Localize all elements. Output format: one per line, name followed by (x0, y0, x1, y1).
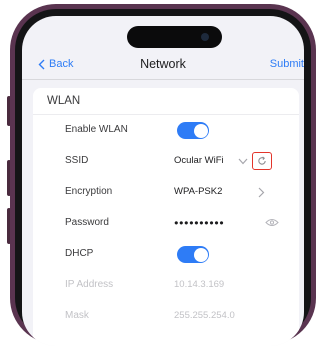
password-label: Password (65, 217, 109, 228)
ssid-label: SSID (65, 155, 89, 166)
enable-wlan-row: Enable WLAN (33, 115, 299, 145)
dynamic-island (127, 26, 222, 48)
ssid-refresh-button[interactable] (252, 152, 272, 170)
wlan-card: WLAN Enable WLAN SSID Ocular WiFi Encryp… (33, 88, 299, 346)
toggle-knob (193, 123, 208, 138)
ip-address-label: IP Address (65, 279, 114, 290)
dhcp-toggle[interactable] (177, 246, 209, 263)
enable-wlan-label: Enable WLAN (65, 124, 128, 135)
navigation-bar: Back Network Submit (22, 50, 304, 80)
ip-address-value: 10.14.3.169 (174, 279, 225, 290)
ip-address-row: IP Address 10.14.3.169 (33, 270, 299, 300)
password-value[interactable]: ●●●●●●●●●● (174, 208, 224, 238)
refresh-icon (258, 156, 266, 165)
submit-button[interactable]: Submit (270, 50, 304, 78)
toggle-knob (193, 247, 208, 262)
ssid-row: SSID Ocular WiFi (33, 146, 299, 176)
page-title: Network (140, 57, 186, 71)
enable-wlan-toggle[interactable] (177, 122, 209, 139)
dhcp-row: DHCP (33, 239, 299, 269)
chevron-right-icon[interactable] (258, 187, 265, 198)
mask-row: Mask 255.255.254.0 (33, 301, 299, 331)
encryption-label: Encryption (65, 186, 113, 197)
chevron-down-icon[interactable] (238, 158, 248, 165)
encryption-value: WPA-PSK2 (174, 186, 223, 197)
wlan-section-title: WLAN (33, 88, 299, 115)
encryption-row[interactable]: Encryption WPA-PSK2 (33, 177, 299, 207)
nav-divider (22, 79, 304, 80)
mask-label: Mask (65, 310, 89, 321)
phone-screen: Back Network Submit WLAN Enable WLAN SSI… (22, 16, 304, 346)
eye-icon[interactable] (265, 218, 279, 227)
dhcp-label: DHCP (65, 248, 94, 259)
ssid-value[interactable]: Ocular WiFi (174, 146, 224, 176)
password-row: Password ●●●●●●●●●● (33, 208, 299, 238)
mask-value: 255.255.254.0 (174, 310, 235, 321)
front-camera (201, 33, 209, 41)
